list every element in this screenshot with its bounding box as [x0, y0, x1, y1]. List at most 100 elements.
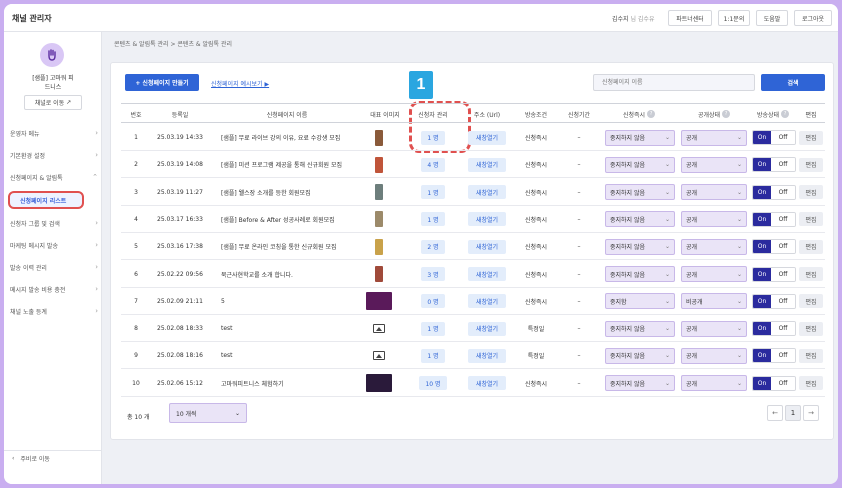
- broadcast-toggle[interactable]: On Off: [752, 375, 796, 391]
- edit-button[interactable]: 편집: [799, 185, 823, 200]
- visibility-select[interactable]: 비공개 ⌄: [681, 293, 747, 310]
- edit-button[interactable]: 편집: [799, 212, 823, 227]
- toggle-off[interactable]: Off: [771, 376, 795, 390]
- help-icon[interactable]: ?: [647, 110, 656, 118]
- sidebar-bottom-link[interactable]: ‹ 주비로 이동: [4, 450, 102, 466]
- toggle-off[interactable]: Off: [771, 240, 795, 254]
- open-new-window-button[interactable]: 새창열기: [468, 267, 506, 281]
- visibility-select[interactable]: 공개 ⌄: [681, 129, 747, 146]
- broadcast-toggle[interactable]: On Off: [752, 184, 796, 200]
- search-input[interactable]: [593, 74, 755, 91]
- per-page-select[interactable]: 10 개씩 ⌄: [169, 403, 247, 423]
- example-page-link[interactable]: 신청페이지 예시보기 ▶: [211, 79, 269, 88]
- toggle-off[interactable]: Off: [771, 158, 795, 172]
- toggle-off[interactable]: Off: [771, 294, 795, 308]
- open-new-window-button[interactable]: 새창열기: [468, 212, 506, 227]
- edit-button[interactable]: 편집: [799, 130, 823, 145]
- search-button[interactable]: 검색: [761, 74, 825, 91]
- applicants-button[interactable]: 3 명: [421, 267, 445, 281]
- sidebar-item-pages[interactable]: 신청페이지 & 알림톡 ⌃: [10, 170, 98, 184]
- visibility-select[interactable]: 공개 ⌄: [681, 320, 747, 337]
- help-icon[interactable]: ?: [722, 110, 731, 118]
- toggle-on[interactable]: On: [753, 185, 771, 199]
- visibility-select[interactable]: 공개 ⌄: [681, 184, 747, 201]
- edit-button[interactable]: 편집: [799, 376, 823, 391]
- help-icon[interactable]: ?: [781, 110, 790, 118]
- applicants-button[interactable]: 1 명: [421, 348, 445, 363]
- open-new-window-button[interactable]: 새창열기: [468, 348, 506, 363]
- toggle-off[interactable]: Off: [771, 349, 795, 363]
- apply-status-select[interactable]: 중지하지 않음 ⌄: [605, 129, 675, 146]
- sidebar-item-operator[interactable]: 운영자 메뉴 ›: [10, 126, 98, 140]
- apply-status-select[interactable]: 중지하지 않음 ⌄: [605, 156, 675, 173]
- visibility-select[interactable]: 공개 ⌄: [681, 238, 747, 255]
- applicants-button[interactable]: 1 명: [421, 321, 445, 336]
- broadcast-toggle[interactable]: On Off: [752, 321, 796, 337]
- applicants-button[interactable]: 4 명: [421, 157, 445, 172]
- next-page-button[interactable]: →: [803, 405, 819, 421]
- toggle-on[interactable]: On: [753, 322, 771, 336]
- broadcast-toggle[interactable]: On Off: [752, 348, 796, 364]
- broadcast-toggle[interactable]: On Off: [752, 211, 796, 227]
- toggle-on[interactable]: On: [753, 349, 771, 363]
- toggle-off[interactable]: Off: [771, 212, 795, 226]
- broadcast-toggle[interactable]: On Off: [752, 157, 796, 173]
- applicants-button[interactable]: 2 명: [421, 239, 445, 254]
- sidebar-item-marketing[interactable]: 마케팅 메시지 발송 ›: [10, 238, 98, 252]
- edit-button[interactable]: 편집: [799, 239, 823, 254]
- toggle-on[interactable]: On: [753, 267, 771, 281]
- open-new-window-button[interactable]: 새창열기: [468, 239, 506, 254]
- applicants-button[interactable]: 1 명: [421, 130, 445, 145]
- visibility-select[interactable]: 공개 ⌄: [681, 266, 747, 282]
- toggle-on[interactable]: On: [753, 240, 771, 254]
- edit-button[interactable]: 편집: [799, 294, 823, 309]
- toggle-off[interactable]: Off: [771, 131, 795, 144]
- open-new-window-button[interactable]: 새창열기: [468, 157, 506, 172]
- toggle-on[interactable]: On: [753, 158, 771, 172]
- partner-center-button[interactable]: 파트너센터: [668, 10, 712, 26]
- go-to-channel-button[interactable]: 채널로 이동 ↗: [24, 95, 82, 110]
- toggle-on[interactable]: On: [753, 212, 771, 226]
- toggle-on[interactable]: On: [753, 376, 771, 390]
- broadcast-toggle[interactable]: On Off: [752, 239, 796, 255]
- apply-status-select[interactable]: 중지하지 않음 ⌄: [605, 266, 675, 282]
- apply-status-select[interactable]: 중지하지 않음 ⌄: [605, 375, 675, 392]
- open-new-window-button[interactable]: 새창열기: [468, 321, 506, 336]
- sidebar-item-send-history[interactable]: 발송 이력 관리 ›: [10, 260, 98, 274]
- open-new-window-button[interactable]: 새창열기: [468, 376, 506, 391]
- create-page-button[interactable]: + 신청페이지 만들기: [125, 74, 199, 91]
- sidebar-item-applicant-groups[interactable]: 신청자 그룹 및 검색 ›: [10, 216, 98, 230]
- apply-status-select[interactable]: 중지하지 않음 ⌄: [605, 184, 675, 201]
- broadcast-toggle[interactable]: On Off: [752, 266, 796, 282]
- toggle-off[interactable]: Off: [771, 322, 795, 336]
- broadcast-toggle[interactable]: On Off: [752, 293, 796, 309]
- apply-status-select[interactable]: 중지하지 않음 ⌄: [605, 320, 675, 337]
- apply-status-select[interactable]: 중지하지 않음 ⌄: [605, 347, 675, 364]
- toggle-off[interactable]: Off: [771, 185, 795, 199]
- toggle-off[interactable]: Off: [771, 267, 795, 281]
- broadcast-toggle[interactable]: On Off: [752, 130, 796, 145]
- help-button[interactable]: 도움말: [756, 10, 788, 26]
- visibility-select[interactable]: 공개 ⌄: [681, 211, 747, 228]
- edit-button[interactable]: 편집: [799, 348, 823, 363]
- applicants-button[interactable]: 0 명: [421, 294, 445, 309]
- open-new-window-button[interactable]: 새창열기: [468, 294, 506, 309]
- sidebar-item-settings[interactable]: 기본환경 설정 ›: [10, 148, 98, 162]
- logout-button[interactable]: 로그아웃: [794, 10, 832, 26]
- edit-button[interactable]: 편집: [799, 267, 823, 281]
- sidebar-item-page-list[interactable]: 신청페이지 리스트: [8, 191, 84, 209]
- sidebar-item-channel-exposure[interactable]: 채널 노출 등계 ›: [10, 304, 98, 318]
- edit-button[interactable]: 편집: [799, 321, 823, 336]
- inquiry-button[interactable]: 1:1문의: [718, 10, 750, 26]
- prev-page-button[interactable]: ←: [767, 405, 783, 421]
- visibility-select[interactable]: 공개 ⌄: [681, 347, 747, 364]
- apply-status-select[interactable]: 중지하지 않음 ⌄: [605, 211, 675, 228]
- apply-status-select[interactable]: 중지함 ⌄: [605, 293, 675, 310]
- sidebar-item-charge[interactable]: 메시지 발송 비용 충전 ›: [10, 282, 98, 296]
- toggle-on[interactable]: On: [753, 131, 771, 144]
- page-number-button[interactable]: 1: [785, 405, 801, 421]
- applicants-button[interactable]: 1 명: [421, 185, 445, 200]
- applicants-button[interactable]: 1 명: [421, 212, 445, 227]
- edit-button[interactable]: 편집: [799, 157, 823, 172]
- visibility-select[interactable]: 공개 ⌄: [681, 156, 747, 173]
